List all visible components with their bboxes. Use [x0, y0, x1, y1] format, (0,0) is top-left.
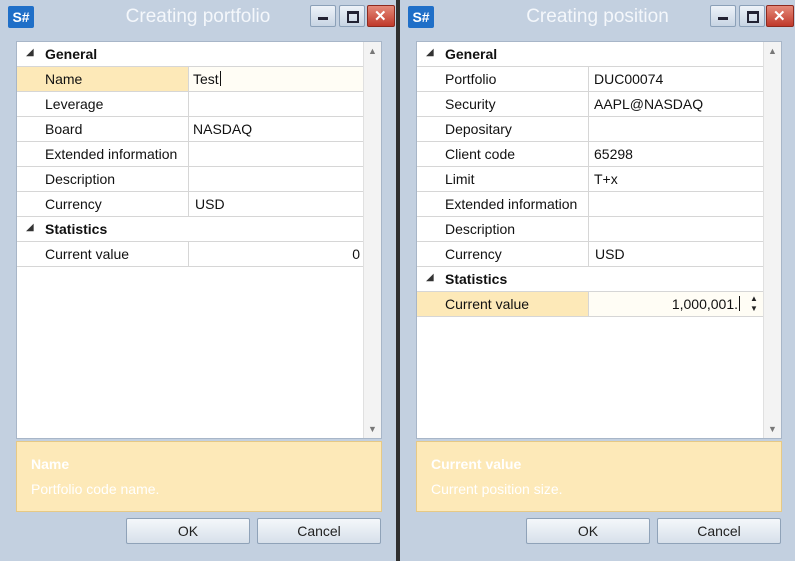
scroll-up-icon[interactable]: ▲: [768, 46, 777, 56]
property-row-extended-information[interactable]: Extended information: [17, 142, 366, 167]
category-general[interactable]: ◢ General: [17, 42, 366, 67]
category-statistics[interactable]: ◢ Statistics: [417, 267, 766, 292]
property-label: Client code: [445, 146, 516, 162]
close-icon: ✕: [374, 8, 387, 25]
property-label: Security: [445, 96, 496, 112]
property-row-current-value[interactable]: Current value 1,000,001. ▲ ▼: [417, 292, 766, 317]
scroll-up-icon[interactable]: ▲: [368, 46, 377, 56]
description-text: Portfolio code name.: [31, 481, 160, 497]
property-row-limit[interactable]: Limit T+x: [417, 167, 766, 192]
property-row-currency[interactable]: Currency USD: [417, 242, 766, 267]
limit-field[interactable]: T+x: [594, 171, 618, 187]
description-panel: Current value Current position size.: [416, 441, 782, 512]
property-grid: ◢ General Name Test Leverage Board NASDA…: [16, 41, 382, 439]
property-label: Portfolio: [445, 71, 497, 87]
property-row-board[interactable]: Board NASDAQ: [17, 117, 366, 142]
property-row-name[interactable]: Name Test: [17, 67, 366, 92]
current-value-spinner-input[interactable]: 1,000,001.: [672, 296, 740, 312]
minimize-button[interactable]: [710, 5, 736, 27]
property-row-leverage[interactable]: Leverage: [17, 92, 366, 117]
description-panel: Name Portfolio code name.: [16, 441, 382, 512]
minimize-icon: [718, 17, 728, 20]
property-label: Leverage: [45, 96, 104, 112]
position-dialog: S# Creating position ✕ ◢ General Portfol…: [400, 0, 795, 561]
description-text: Current position size.: [431, 481, 563, 497]
text-caret: [739, 296, 740, 311]
cancel-button[interactable]: Cancel: [657, 518, 781, 544]
close-button[interactable]: ✕: [367, 5, 395, 27]
security-field[interactable]: AAPL@NASDAQ: [594, 96, 703, 112]
cancel-button[interactable]: Cancel: [257, 518, 381, 544]
property-row-description[interactable]: Description: [17, 167, 366, 192]
portfolio-field[interactable]: DUC00074: [594, 71, 663, 87]
property-label: Limit: [445, 171, 475, 187]
minimize-icon: [318, 17, 328, 20]
minimize-button[interactable]: [310, 5, 336, 27]
collapse-triangle-icon[interactable]: ◢: [26, 47, 34, 58]
vertical-scrollbar[interactable]: ▲ ▼: [763, 42, 781, 438]
name-input[interactable]: Test: [193, 71, 221, 87]
dialog-title: Creating portfolio: [125, 6, 271, 27]
client-code-field[interactable]: 65298: [594, 146, 633, 162]
currency-field[interactable]: USD: [195, 196, 225, 212]
property-label: Depositary: [445, 121, 512, 137]
title-bar[interactable]: S# Creating portfolio ✕: [0, 0, 396, 36]
collapse-triangle-icon[interactable]: ◢: [426, 47, 434, 58]
portfolio-dialog: S# Creating portfolio ✕ ◢ General Name T…: [0, 0, 396, 561]
current-value-field[interactable]: 0: [352, 246, 360, 262]
property-label: Currency: [445, 246, 502, 262]
category-label: General: [445, 46, 498, 62]
scroll-down-icon[interactable]: ▼: [768, 424, 777, 434]
maximize-button[interactable]: [339, 5, 365, 27]
property-label: Name: [45, 71, 83, 87]
title-bar[interactable]: S# Creating position ✕: [400, 0, 795, 36]
property-row-portfolio[interactable]: Portfolio DUC00074: [417, 67, 766, 92]
property-label: Extended information: [445, 196, 578, 212]
property-row-extended-information[interactable]: Extended information: [417, 192, 766, 217]
scroll-down-icon[interactable]: ▼: [368, 424, 377, 434]
property-grid: ◢ General Portfolio DUC00074 Security AA…: [416, 41, 782, 439]
collapse-triangle-icon[interactable]: ◢: [26, 222, 34, 233]
category-label: General: [45, 46, 98, 62]
property-row-security[interactable]: Security AAPL@NASDAQ: [417, 92, 766, 117]
property-label: Currency: [45, 196, 102, 212]
description-title: Name: [31, 456, 70, 472]
property-row-description[interactable]: Description: [417, 217, 766, 242]
property-row-depositary[interactable]: Depositary: [417, 117, 766, 142]
property-label: Description: [445, 221, 516, 237]
property-row-client-code[interactable]: Client code 65298: [417, 142, 766, 167]
property-row-current-value[interactable]: Current value 0: [17, 242, 366, 267]
collapse-triangle-icon[interactable]: ◢: [426, 272, 434, 283]
text-caret: [219, 71, 221, 86]
description-title: Current value: [431, 456, 522, 472]
property-row-currency[interactable]: Currency USD: [17, 192, 366, 217]
category-general[interactable]: ◢ General: [417, 42, 766, 67]
close-button[interactable]: ✕: [766, 5, 794, 27]
category-statistics[interactable]: ◢ Statistics: [17, 217, 366, 242]
maximize-button[interactable]: [739, 5, 765, 27]
property-label: Description: [45, 171, 116, 187]
property-label: Board: [45, 121, 83, 137]
property-label: Extended information: [45, 146, 178, 162]
board-field[interactable]: NASDAQ: [193, 121, 252, 137]
currency-field[interactable]: USD: [595, 246, 625, 262]
vertical-scrollbar[interactable]: ▲ ▼: [363, 42, 381, 438]
property-label: Current value: [445, 296, 530, 312]
close-icon: ✕: [773, 8, 786, 25]
ok-button[interactable]: OK: [126, 518, 250, 544]
category-label: Statistics: [445, 271, 508, 287]
ok-button[interactable]: OK: [526, 518, 650, 544]
spin-updown-icon[interactable]: ▲ ▼: [750, 294, 760, 314]
category-label: Statistics: [45, 221, 108, 237]
maximize-icon: [747, 11, 759, 23]
property-label: Current value: [45, 246, 130, 262]
maximize-icon: [347, 11, 359, 23]
